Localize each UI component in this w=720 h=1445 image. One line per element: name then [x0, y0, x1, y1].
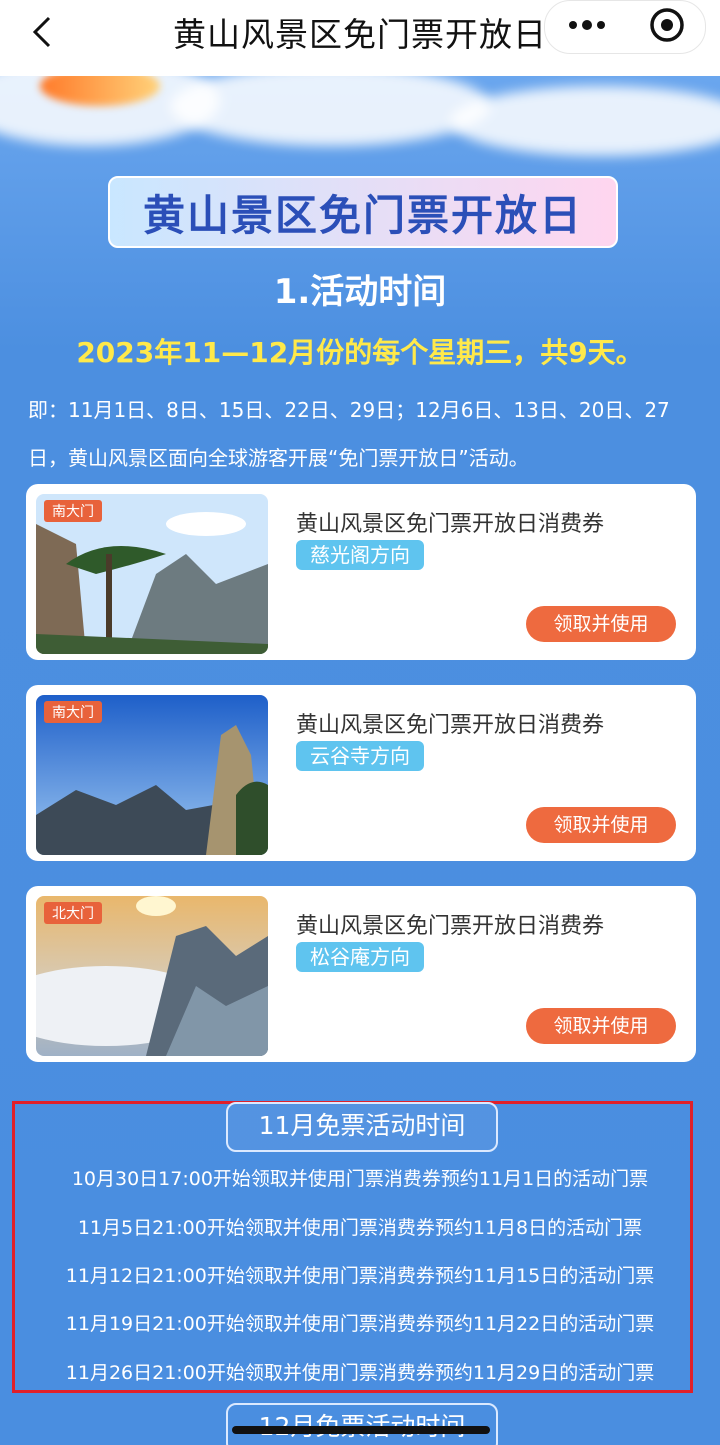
gate-tag: 南大门	[44, 701, 102, 723]
schedule-line: 11月26日21:00开始领取并使用门票消费券预约11月29日的活动门票	[65, 1362, 655, 1384]
scenic-photo: 北大门	[36, 896, 268, 1056]
description: 即：11月1日、8日、15日、22日、29日；12月6日、13日、20日、27日…	[28, 398, 670, 470]
scenic-photo: 南大门	[36, 494, 268, 654]
top-nav-bar: 黄山风景区免门票开放日	[0, 0, 720, 76]
claim-use-button[interactable]: 领取并使用	[526, 1008, 676, 1044]
banner-title: 黄山景区免门票开放日	[142, 190, 583, 240]
coupon-card[interactable]: 南大门 黄山风景区免门票开放日消费券 慈光阁方向 领取并使用	[26, 484, 696, 660]
highlight-text: 2023年11—12月份的每个星期三，共9天。	[76, 336, 644, 369]
direction-badge: 慈光阁方向	[296, 540, 424, 570]
scenic-photo: 南大门	[36, 695, 268, 855]
november-title: 11月免票活动时间	[226, 1102, 498, 1152]
cloud-decoration	[170, 76, 490, 146]
december-title: 12月免票活动时间	[226, 1403, 498, 1445]
direction-badge: 云谷寺方向	[296, 741, 424, 771]
schedule-line: 11月12日21:00开始领取并使用门票消费券预约11月15日的活动门票	[65, 1265, 655, 1287]
cloud-decoration	[450, 86, 720, 156]
coupon-title: 黄山风景区免门票开放日消费券	[296, 512, 605, 537]
schedule-line: 11月5日21:00开始领取并使用门票消费券预约11月8日的活动门票	[77, 1217, 643, 1239]
claim-use-button[interactable]: 领取并使用	[526, 606, 676, 642]
home-indicator[interactable]	[232, 1426, 490, 1434]
mini-program-capsule	[544, 0, 706, 54]
gate-tag: 北大门	[44, 902, 102, 924]
coupon-title: 黄山风景区免门票开放日消费券	[296, 914, 605, 939]
headline-banner: 黄山景区免门票开放日	[108, 176, 618, 248]
coupon-card[interactable]: 南大门 黄山风景区免门票开放日消费券 云谷寺方向 领取并使用	[26, 685, 696, 861]
section-title: 1.活动时间	[273, 272, 447, 312]
close-miniapp-icon[interactable]	[649, 7, 685, 47]
coupon-title: 黄山风景区免门票开放日消费券	[296, 713, 605, 738]
more-icon[interactable]	[566, 15, 608, 39]
claim-use-button[interactable]: 领取并使用	[526, 807, 676, 843]
schedule-line: 11月19日21:00开始领取并使用门票消费券预约11月22日的活动门票	[65, 1313, 655, 1335]
coupon-card[interactable]: 北大门 黄山风景区免门票开放日消费券 松谷庵方向 领取并使用	[26, 886, 696, 1062]
direction-badge: 松谷庵方向	[296, 942, 424, 972]
gate-tag: 南大门	[44, 500, 102, 522]
schedule-line: 10月30日17:00开始领取并使用门票消费券预约11月1日的活动门票	[71, 1168, 649, 1190]
page-content: 黄山景区免门票开放日 1.活动时间 2023年11—12月份的每个星期三，共9天…	[0, 76, 720, 1445]
